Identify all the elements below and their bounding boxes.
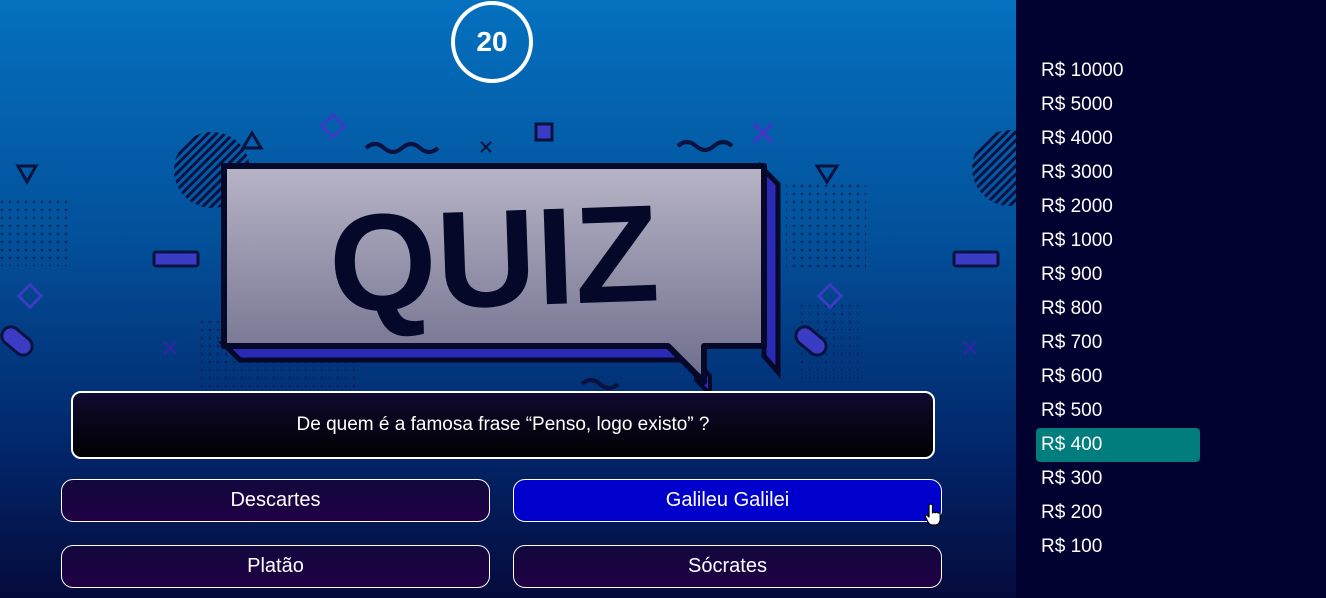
answer-button-2[interactable]: Galileu Galilei <box>513 479 942 522</box>
prize-item: R$ 700 <box>1041 332 1103 353</box>
question-text: De quem é a famosa frase “Penso, logo ex… <box>296 414 710 435</box>
prize-item: R$ 600 <box>1041 366 1103 387</box>
timer-value: 20 <box>476 26 508 57</box>
countdown-timer: 20 <box>451 1 533 83</box>
answer-label: Descartes <box>230 489 321 511</box>
prize-item: R$ 200 <box>1041 502 1103 523</box>
answer-button-4[interactable]: Sócrates <box>513 545 942 588</box>
prize-item: R$ 4000 <box>1041 128 1113 149</box>
answer-button-1[interactable]: Descartes <box>61 479 490 522</box>
prize-item: R$ 3000 <box>1041 162 1113 183</box>
prize-item: R$ 100 <box>1041 536 1103 557</box>
hand-cursor-icon <box>924 503 941 526</box>
prize-item: R$ 5000 <box>1041 94 1113 115</box>
answer-label: Platão <box>247 555 304 577</box>
prize-ladder: R$ 10000 R$ 5000 R$ 4000 R$ 3000 R$ 2000 R$ 1… <box>1036 54 1200 564</box>
prize-item: R$ 900 <box>1041 264 1103 285</box>
prize-item: R$ 800 <box>1041 298 1103 319</box>
prize-item: R$ 500 <box>1041 400 1103 421</box>
prize-item: R$ 1000 <box>1041 230 1113 251</box>
prize-item-active: R$ 400 <box>1036 428 1200 462</box>
prize-item: R$ 10000 <box>1041 60 1124 81</box>
quiz-banner-text: QUIZ <box>327 176 662 341</box>
prize-item: R$ 2000 <box>1041 196 1113 217</box>
question-box: De quem é a famosa frase “Penso, logo ex… <box>71 391 935 459</box>
answer-button-3[interactable]: Platão <box>61 545 490 588</box>
prize-sidebar: R$ 10000 R$ 5000 R$ 4000 R$ 3000 R$ 2000 R$ 1… <box>1016 0 1326 598</box>
answer-label: Sócrates <box>688 555 767 577</box>
game-area: QUIZ 20 De quem é a famosa frase “Penso,… <box>0 0 1016 598</box>
prize-item: R$ 300 <box>1041 468 1103 489</box>
answer-label: Galileu Galilei <box>665 489 790 511</box>
